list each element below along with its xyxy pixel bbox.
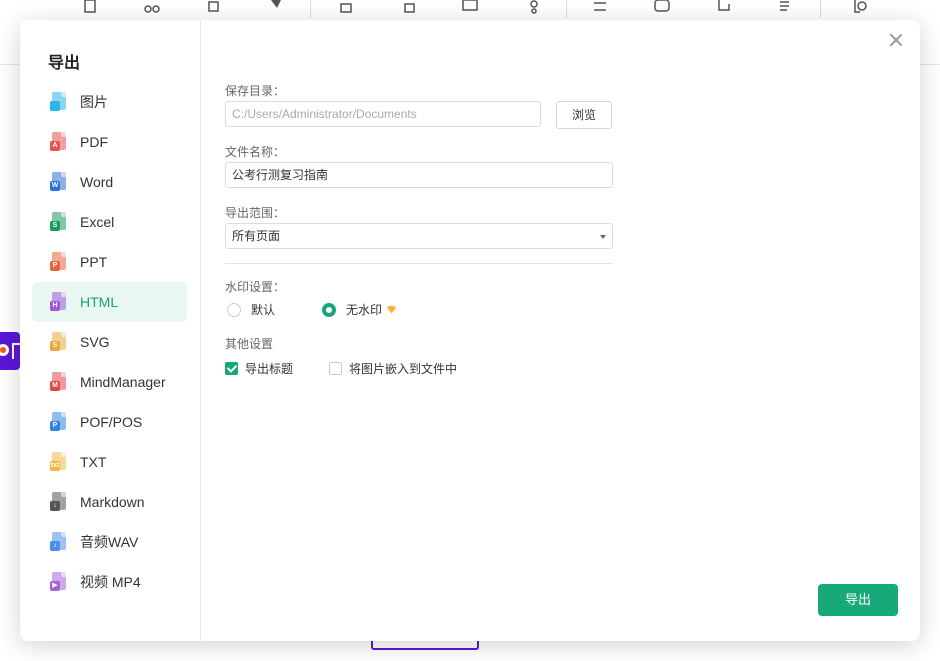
export-button[interactable]: 导出 xyxy=(818,584,898,616)
nav-item-label: Markdown xyxy=(80,494,145,510)
nav-item-label: PDF xyxy=(80,134,108,150)
nav-item-video[interactable]: ▶ 视频 MP4 xyxy=(32,562,187,602)
nav-item-audio[interactable]: ♪ 音频WAV xyxy=(32,522,187,562)
pdf-file-icon: A xyxy=(50,132,68,152)
watermark-default-radio[interactable]: 默认 xyxy=(227,301,275,318)
chevron-down-icon xyxy=(600,235,606,239)
nav-item-ppt[interactable]: P PPT xyxy=(32,242,187,282)
format-brush-icon[interactable] xyxy=(266,0,286,14)
txt-file-icon: txt xyxy=(50,452,68,472)
comment-icon[interactable] xyxy=(652,0,672,14)
note-icon[interactable] xyxy=(714,0,734,14)
watermark-default-label: 默认 xyxy=(251,303,276,317)
range-label: 导出范围： xyxy=(225,206,286,220)
nav-item-mindmanager[interactable]: M MindManager xyxy=(32,362,187,402)
pof-pos-file-icon: P xyxy=(50,412,68,432)
embed-images-checkbox[interactable]: 将图片嵌入到文件中 xyxy=(329,360,457,377)
range-select-value: 所有页面 xyxy=(232,229,281,243)
nav-item-image[interactable]: 图片 xyxy=(32,82,187,122)
filename-input[interactable]: 公考行测复习指南 xyxy=(225,162,613,188)
filename-label: 文件名称： xyxy=(225,145,286,159)
nav-item-label: HTML xyxy=(80,294,119,310)
nav-item-svg[interactable]: S SVG xyxy=(32,322,187,362)
checkbox-box xyxy=(225,362,238,375)
excel-file-icon: S xyxy=(50,212,68,232)
connector-icon[interactable] xyxy=(590,0,610,14)
copy-icon[interactable] xyxy=(204,0,224,14)
frame-icon[interactable] xyxy=(460,0,480,14)
nav-item-html[interactable]: H HTML xyxy=(32,282,187,322)
word-file-icon: W xyxy=(50,172,68,192)
range-select[interactable]: 所有页面 xyxy=(225,223,613,249)
export-title-label: 导出标题 xyxy=(245,362,294,376)
outline-icon[interactable] xyxy=(776,0,796,14)
other-settings-label: 其他设置 xyxy=(225,337,274,351)
nav-item-label: Word xyxy=(80,174,114,190)
nav-item-word[interactable]: W Word xyxy=(32,162,187,202)
mindmanager-file-icon: M xyxy=(50,372,68,392)
watermark-none-label: 无水印 xyxy=(346,303,383,317)
ppt-file-icon: P xyxy=(50,252,68,272)
nav-item-label: PPT xyxy=(80,254,108,270)
nav-item-label: MindManager xyxy=(80,374,166,390)
nav-item-label: TXT xyxy=(80,454,107,470)
toolbar-divider xyxy=(566,0,567,18)
nav-item-excel[interactable]: S Excel xyxy=(32,202,187,242)
watermark-none-radio[interactable]: 无水印 xyxy=(322,301,397,318)
checkbox-box xyxy=(329,362,342,375)
export-dialog: 导出 图片 A PDF W Word S Excel P PPT H HTML S SVG M MindMa… xyxy=(20,20,920,641)
radio-circle xyxy=(227,302,241,317)
embed-images-label: 将图片嵌入到文件中 xyxy=(349,362,458,376)
topic-icon[interactable] xyxy=(336,0,356,14)
video-file-icon: ▶ xyxy=(50,572,68,592)
nav-item-pof-pos[interactable]: P POF/POS xyxy=(32,402,187,442)
watermark-label: 水印设置： xyxy=(225,280,286,294)
nav-item-label: 图片 xyxy=(80,94,108,110)
section-divider xyxy=(225,263,613,264)
export-format-sidebar: 导出 图片 A PDF W Word S Excel P PPT H HTML S SVG M MindMa… xyxy=(20,20,201,641)
svg-file-icon: S xyxy=(50,332,68,352)
export-title-checkbox[interactable]: 导出标题 xyxy=(225,360,293,377)
dialog-title: 导出 xyxy=(48,55,81,72)
vip-gem-icon xyxy=(387,305,397,314)
nav-item-label: 视频 MP4 xyxy=(80,574,141,590)
nav-item-label: POF/POS xyxy=(80,414,143,430)
save-dir-label: 保存目录： xyxy=(225,84,286,98)
promo-icon xyxy=(0,344,9,356)
scissors-icon[interactable] xyxy=(142,0,162,14)
search-icon[interactable] xyxy=(850,0,870,14)
html-file-icon: H xyxy=(50,292,68,312)
browse-button[interactable]: 浏览 xyxy=(556,101,612,129)
nav-item-label: Excel xyxy=(80,214,115,230)
markdown-file-icon: ↓ xyxy=(50,492,68,512)
promo-glyph-icon xyxy=(12,343,20,359)
toolbar-divider xyxy=(820,0,821,18)
subtopic-icon[interactable] xyxy=(398,0,418,14)
image-file-icon xyxy=(50,92,68,112)
close-icon[interactable] xyxy=(888,32,904,48)
relation-icon[interactable] xyxy=(522,0,542,14)
format-list: 图片 A PDF W Word S Excel P PPT H HTML S SVG M MindManag… xyxy=(32,82,187,602)
save-dir-input[interactable]: C:/Users/Administrator/Documents xyxy=(225,101,541,127)
side-promo-tab[interactable] xyxy=(0,332,20,370)
toolbar-divider xyxy=(310,0,311,18)
nav-item-label: 音频WAV xyxy=(80,534,139,550)
audio-file-icon: ♪ xyxy=(50,532,68,552)
radio-circle xyxy=(322,302,336,317)
nav-item-pdf[interactable]: A PDF xyxy=(32,122,187,162)
document-icon[interactable] xyxy=(80,0,100,14)
nav-item-txt[interactable]: txt TXT xyxy=(32,442,187,482)
nav-item-markdown[interactable]: ↓ Markdown xyxy=(32,482,187,522)
nav-item-label: SVG xyxy=(80,334,110,350)
